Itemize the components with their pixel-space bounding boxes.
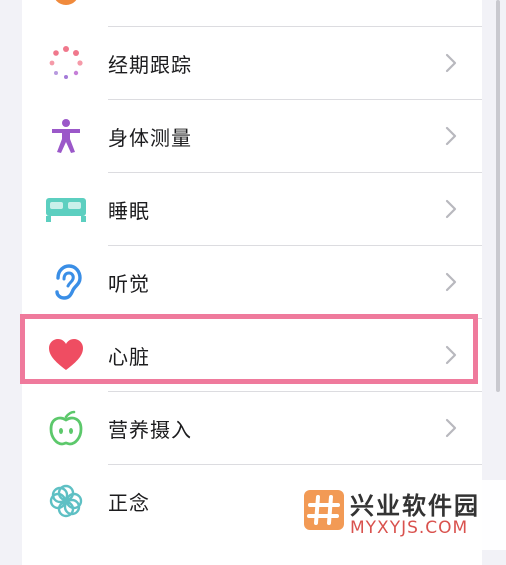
watermark-name: 兴业软件园 (350, 492, 480, 520)
heart-icon (48, 337, 84, 373)
list-item-partial[interactable] (22, 0, 482, 28)
mindfulness-flower-icon (48, 483, 84, 519)
scrollbar[interactable] (496, 0, 500, 392)
list-item-sleep[interactable]: 睡眠 (22, 173, 482, 245)
watermark: 兴业软件园 MYXYJS.COM (298, 480, 506, 550)
watermark-logo-icon (304, 490, 344, 530)
watermark-domain: MYXYJS.COM (350, 518, 469, 538)
list-item-hearing[interactable]: 听觉 (22, 246, 482, 318)
list-item-label: 经期跟踪 (108, 53, 192, 77)
list-item-cycle-tracking[interactable]: 经期跟踪 (22, 27, 482, 99)
sleep-bed-icon (44, 191, 88, 227)
list-item-label: 睡眠 (108, 199, 150, 223)
list-item-label: 身体测量 (108, 126, 192, 150)
chevron-right-icon (445, 272, 457, 292)
list-item-label: 心脏 (108, 345, 150, 369)
partial-orange-icon (48, 0, 84, 10)
chevron-right-icon (445, 418, 457, 438)
list-item-label: 营养摄入 (108, 418, 192, 442)
body-measurements-icon (48, 118, 84, 154)
list-item-nutrition[interactable]: 营养摄入 (22, 392, 482, 464)
list-item-body-measurements[interactable]: 身体测量 (22, 100, 482, 172)
chevron-right-icon (445, 126, 457, 146)
chevron-right-icon (445, 345, 457, 365)
list-item-heart[interactable]: 心脏 (22, 319, 482, 391)
chevron-right-icon (445, 199, 457, 219)
list-item-label: 正念 (108, 491, 150, 515)
chevron-right-icon (445, 53, 457, 73)
nutrition-apple-icon (48, 410, 84, 446)
cycle-tracking-icon (48, 45, 84, 81)
list-item-label: 听觉 (108, 272, 150, 296)
hearing-ear-icon (48, 264, 84, 300)
